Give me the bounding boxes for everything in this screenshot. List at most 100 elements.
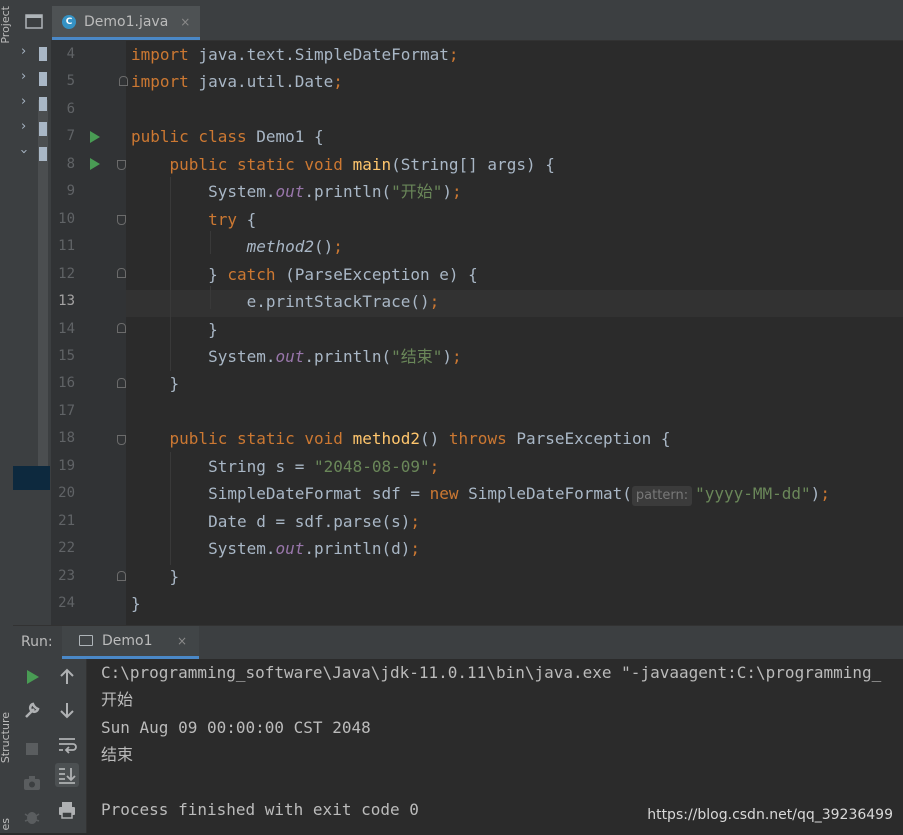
code-line[interactable]: } — [131, 370, 180, 397]
code-line[interactable]: } — [131, 563, 180, 590]
line-number: 16 — [58, 375, 75, 391]
tree-item[interactable]: › — [21, 94, 51, 114]
line-number: 10 — [58, 211, 75, 227]
parameter-hint: pattern: — [631, 486, 693, 506]
code-token: public static void — [169, 429, 353, 448]
scroll-up-button[interactable] — [55, 665, 79, 689]
code-line[interactable]: method2(); — [131, 233, 343, 260]
code-line[interactable]: public static void method2() throws Pars… — [131, 425, 671, 452]
code-line[interactable]: public class Demo1 { — [131, 123, 324, 150]
fold-marker-icon[interactable] — [117, 435, 126, 445]
code-token: "结束" — [391, 347, 443, 366]
project-view-button[interactable] — [13, 0, 51, 40]
project-tool-tab[interactable]: Project — [0, 6, 12, 44]
code-token: import — [131, 45, 199, 64]
rerun-button[interactable] — [20, 665, 44, 689]
run-class-icon[interactable] — [90, 131, 100, 143]
code-line[interactable]: } — [131, 316, 218, 343]
code-token: public static void — [169, 155, 353, 174]
print-button[interactable] — [55, 798, 79, 822]
close-tab-icon[interactable]: × — [180, 15, 190, 29]
console-line: 开始 — [101, 690, 134, 709]
code-token: Date d = sdf.parse(s) — [131, 512, 411, 531]
code-token: "开始" — [391, 182, 443, 201]
code-line[interactable]: Date d = sdf.parse(s); — [131, 508, 420, 535]
editor-tab-demo1[interactable]: C Demo1.java × — [52, 6, 200, 40]
fold-marker-icon[interactable] — [117, 268, 126, 278]
favorites-tool-tab[interactable]: es — [0, 818, 12, 831]
console-line: Sun Aug 09 00:00:00 CST 2048 — [101, 718, 371, 737]
code-token: out — [275, 347, 305, 366]
code-token: java.util.Date — [198, 72, 334, 91]
console-icon — [79, 635, 93, 646]
code-token: (ParseException e) { — [285, 265, 478, 284]
run-toolbar — [13, 659, 87, 833]
chevron-right-icon: › — [21, 44, 27, 59]
code-token: throws — [448, 429, 517, 448]
stop-button[interactable] — [20, 737, 44, 761]
code-token: ; — [410, 539, 421, 558]
soft-wrap-button[interactable] — [55, 732, 79, 756]
code-line[interactable]: } — [131, 590, 141, 617]
code-token: catch — [227, 265, 286, 284]
code-line[interactable]: System.out.println("开始"); — [131, 178, 462, 205]
scroll-to-end-toggle[interactable] — [55, 763, 79, 787]
fold-marker-icon[interactable] — [117, 378, 126, 388]
code-token: } — [131, 594, 141, 613]
scroll-down-button[interactable] — [55, 698, 79, 722]
code-token: () — [420, 429, 449, 448]
code-line[interactable]: String s = "2048-08-09"; — [131, 453, 439, 480]
code-token: ) — [442, 182, 453, 201]
screenshot-button[interactable] — [20, 771, 44, 795]
code-token: .println( — [304, 347, 392, 366]
code-line[interactable]: import java.text.SimpleDateFormat; — [131, 41, 459, 68]
code-line[interactable]: } catch (ParseException e) { — [131, 261, 478, 288]
code-token: () — [314, 237, 334, 256]
edit-configuration-button[interactable] — [20, 698, 44, 722]
fold-marker-icon[interactable] — [117, 571, 126, 581]
fold-marker-icon[interactable] — [117, 160, 126, 170]
code-line[interactable]: try { — [131, 206, 256, 233]
code-token: ; — [448, 45, 459, 64]
code-token: } — [131, 567, 180, 586]
tree-item[interactable]: › — [21, 69, 51, 89]
code-line[interactable]: e.printStackTrace(); — [131, 288, 440, 315]
code-line[interactable]: System.out.println(d); — [131, 535, 420, 562]
tree-item[interactable]: › — [21, 119, 51, 139]
code-token: System. — [131, 182, 276, 201]
chevron-right-icon: › — [21, 69, 27, 84]
fold-marker-icon[interactable] — [119, 76, 128, 86]
tree-item[interactable]: › — [21, 44, 51, 64]
run-main-icon[interactable] — [90, 158, 100, 170]
project-tree-selected-row[interactable] — [13, 466, 50, 490]
code-token: System. — [131, 347, 276, 366]
tree-item[interactable]: › — [16, 144, 51, 164]
chevron-right-icon: › — [21, 94, 27, 109]
code-token: SimpleDateFormat( — [468, 484, 632, 503]
line-number: 5 — [66, 73, 75, 89]
fold-marker-icon[interactable] — [117, 323, 126, 333]
code-token: { — [246, 210, 257, 229]
structure-tool-tab[interactable]: Structure — [0, 712, 12, 763]
code-line[interactable]: System.out.println("结束"); — [131, 343, 462, 370]
fold-marker-icon[interactable] — [117, 215, 126, 225]
bug-icon — [24, 812, 40, 824]
code-token: (String[] args) { — [391, 155, 555, 174]
line-number: 9 — [66, 183, 75, 199]
console-line: C:\programming_software\Java\jdk-11.0.11… — [101, 663, 882, 682]
close-run-tab-icon[interactable]: × — [177, 634, 187, 648]
printer-icon — [59, 802, 75, 819]
code-token: SimpleDateFormat sdf = — [131, 484, 430, 503]
code-token: out — [275, 539, 305, 558]
run-tab-demo1[interactable]: Demo1 × — [62, 626, 199, 659]
console-line: Process finished with exit code 0 — [101, 800, 419, 819]
code-token: "yyyy-MM-dd" — [695, 484, 811, 503]
code-line[interactable]: import java.util.Date; — [131, 68, 343, 95]
code-line[interactable]: public static void main(String[] args) { — [131, 151, 555, 178]
code-line[interactable]: SimpleDateFormat sdf = new SimpleDateFor… — [131, 480, 830, 507]
code-token: import — [131, 72, 199, 91]
debug-button[interactable] — [20, 804, 44, 828]
code-token: out — [275, 182, 305, 201]
